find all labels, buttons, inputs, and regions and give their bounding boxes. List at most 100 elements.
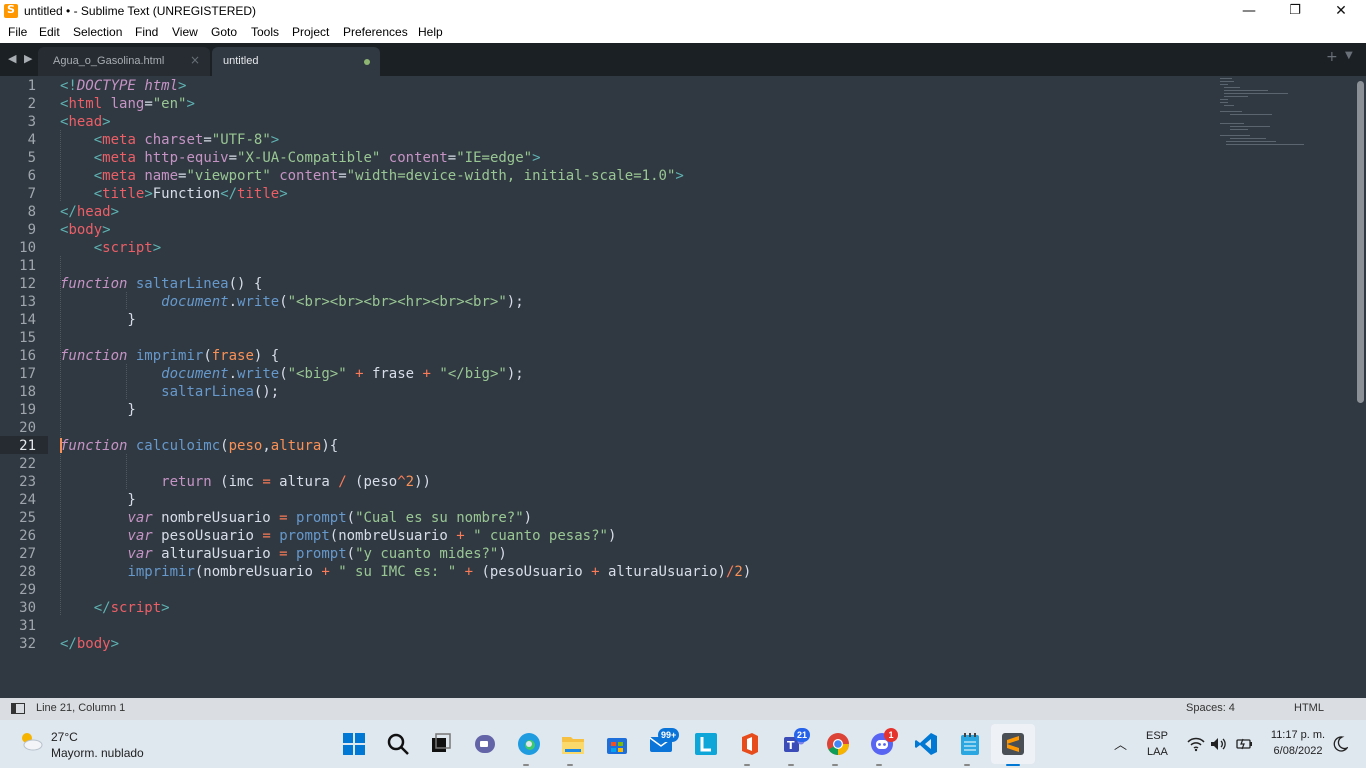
- clock-time[interactable]: 11:17 p. m.: [1266, 729, 1330, 741]
- line-number: 30: [19, 600, 36, 616]
- line-number: 14: [19, 312, 36, 328]
- microsoft-store-icon[interactable]: [605, 732, 629, 756]
- line-number: 10: [19, 240, 36, 256]
- code-line: <meta name="viewport" content="width=dev…: [93, 168, 684, 184]
- notepad-icon[interactable]: [958, 732, 982, 756]
- windows-start-icon[interactable]: [342, 732, 366, 756]
- indentation-setting[interactable]: Spaces: 4: [1186, 702, 1235, 714]
- minimap[interactable]: [1218, 76, 1318, 146]
- code-line: </body>: [60, 636, 120, 652]
- code-line: return (imc = altura / (peso^2)): [161, 474, 431, 490]
- status-bar: Line 21, Column 1 Spaces: 4 HTML: [0, 698, 1366, 720]
- code-line: var alturaUsuario = prompt("y cuanto mid…: [127, 546, 507, 562]
- search-icon[interactable]: [386, 732, 410, 756]
- syntax-selector[interactable]: HTML: [1294, 702, 1324, 714]
- language-code[interactable]: ESP: [1146, 730, 1168, 742]
- line-number: 11: [19, 258, 36, 274]
- tab-label: Agua_o_Gasolina.html: [53, 55, 165, 67]
- line-number: 17: [19, 366, 36, 382]
- menu-view[interactable]: View: [172, 25, 198, 39]
- line-number: 19: [19, 402, 36, 418]
- volume-icon[interactable]: [1210, 736, 1228, 752]
- text-cursor: [60, 438, 62, 453]
- tab-untitled[interactable]: untitled: [212, 47, 380, 76]
- discord-badge: 1: [884, 728, 898, 742]
- modified-dot-icon[interactable]: [364, 59, 370, 65]
- tab-nav-arrows[interactable]: ◀ ▶: [8, 52, 34, 65]
- code-line: </script>: [93, 600, 170, 616]
- menu-selection[interactable]: Selection: [73, 25, 122, 39]
- code-line: }: [60, 402, 136, 418]
- line-number: 22: [19, 456, 36, 472]
- partly-cloudy-icon[interactable]: [18, 730, 44, 752]
- menu-tools[interactable]: Tools: [251, 25, 279, 39]
- menu-project[interactable]: Project: [292, 25, 329, 39]
- svg-text:T: T: [787, 739, 795, 752]
- code-line: function calculoimc(peso,altura){: [60, 438, 339, 454]
- line-number: 13: [19, 294, 36, 310]
- line-number: 23: [19, 474, 36, 490]
- menu-preferences[interactable]: Preferences: [343, 25, 408, 39]
- task-view-icon[interactable]: [429, 732, 453, 756]
- edge-browser-icon[interactable]: [517, 732, 541, 756]
- chrome-icon[interactable]: [826, 732, 850, 756]
- code-line: document.write("<br><br><br><hr><br><br>…: [161, 294, 524, 310]
- line-number: 16: [19, 348, 36, 364]
- close-button[interactable]: ✕: [1318, 0, 1364, 22]
- menu-edit[interactable]: Edit: [39, 25, 60, 39]
- scrollbar-thumb[interactable]: [1357, 81, 1364, 403]
- code-line: }: [60, 312, 136, 328]
- minimize-button[interactable]: —: [1226, 0, 1272, 22]
- code-line: </head>: [60, 204, 120, 220]
- line-number: 27: [19, 546, 36, 562]
- tab-close-icon[interactable]: ×: [190, 53, 200, 67]
- menu-help[interactable]: Help: [418, 25, 443, 39]
- code-editor[interactable]: 1 2 3 4 5 6 7 8 9 10 11 12 13 14 15 16 17 18 19 20 21 22 23 24 2…: [0, 76, 1355, 698]
- code-line: document.write("<big>" + frase + "</big>…: [161, 366, 524, 382]
- code-line: <script>: [93, 240, 162, 256]
- new-tab-button[interactable]: +: [1326, 49, 1338, 65]
- panel-toggle-icon[interactable]: [11, 703, 25, 714]
- line-number: 4: [27, 132, 36, 148]
- tab-menu-icon[interactable]: ▼: [1345, 50, 1353, 61]
- focus-assist-moon-icon[interactable]: [1332, 736, 1348, 752]
- line-number: 2: [27, 96, 36, 112]
- code-line: function imprimir(frase) {: [60, 348, 280, 364]
- weather-desc[interactable]: Mayorm. nublado: [51, 746, 144, 760]
- code-line: <meta http-equiv="X-UA-Compatible" conte…: [93, 150, 541, 166]
- line-number: 8: [27, 204, 36, 220]
- file-explorer-icon[interactable]: [561, 732, 585, 756]
- running-indicator: [964, 764, 970, 766]
- code-line: <title>Function</title>: [93, 186, 288, 202]
- battery-icon[interactable]: [1235, 736, 1253, 752]
- menu-goto[interactable]: Goto: [211, 25, 237, 39]
- clock-date[interactable]: 6/08/2022: [1266, 745, 1330, 757]
- teams-chat-icon[interactable]: [473, 732, 497, 756]
- office-icon[interactable]: [738, 732, 762, 756]
- l-app-icon[interactable]: [694, 732, 718, 756]
- line-number: 18: [19, 384, 36, 400]
- chevron-up-icon[interactable]: ︿: [1114, 734, 1127, 753]
- code-line: <html lang="en">: [60, 96, 195, 112]
- menu-find[interactable]: Find: [135, 25, 158, 39]
- active-indicator: [1006, 764, 1020, 766]
- vscode-icon[interactable]: [914, 732, 938, 756]
- line-number: 1: [27, 78, 36, 94]
- window-title: untitled • - Sublime Text (UNREGISTERED): [24, 4, 257, 18]
- mail-badge: 99+: [658, 728, 680, 742]
- code-line: var pesoUsuario = prompt(nombreUsuario +…: [127, 528, 617, 544]
- wifi-icon[interactable]: [1187, 736, 1205, 752]
- line-number: 31: [19, 618, 36, 634]
- line-number: 3: [27, 114, 36, 130]
- tab-bar: ◀ ▶ Agua_o_Gasolina.html × untitled + ▼: [0, 43, 1366, 76]
- line-number: 15: [19, 330, 36, 346]
- line-number: 32: [19, 636, 36, 652]
- weather-temp[interactable]: 27°C: [51, 730, 78, 744]
- teams-badge: 21: [794, 728, 811, 742]
- maximize-button[interactable]: ❐: [1272, 0, 1318, 22]
- sublime-text-icon[interactable]: [1001, 732, 1025, 756]
- menu-file[interactable]: File: [8, 25, 27, 39]
- vertical-scrollbar[interactable]: [1355, 76, 1366, 698]
- tab-agua-o-gasolina[interactable]: Agua_o_Gasolina.html ×: [38, 47, 210, 76]
- keyboard-layout[interactable]: LAA: [1147, 746, 1168, 758]
